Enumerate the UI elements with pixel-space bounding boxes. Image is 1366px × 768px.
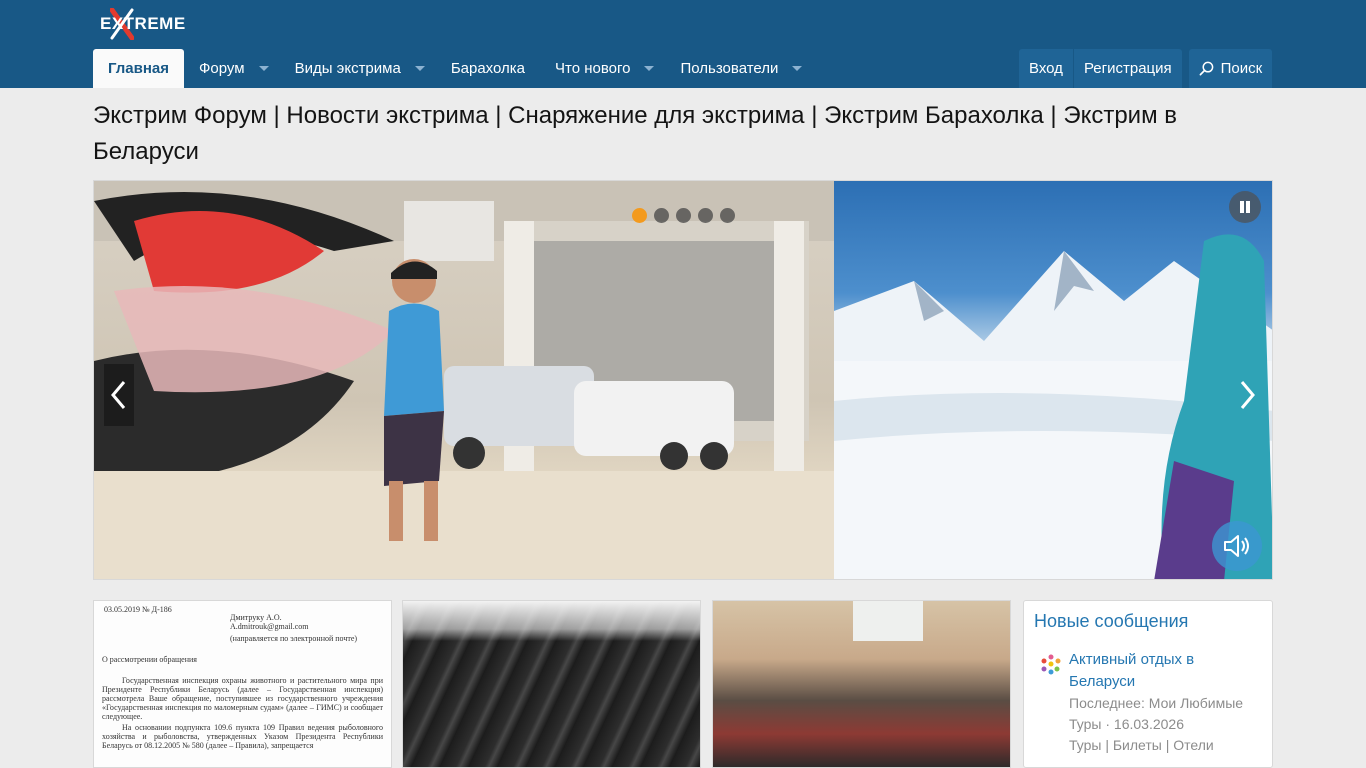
nav-item-label: Пользователи xyxy=(680,60,779,77)
nav-item-users[interactable]: Пользователи xyxy=(665,49,813,88)
chevron-left-icon xyxy=(111,381,126,409)
site-header: EXTREME Главная Форум Виды экстрима Бара… xyxy=(0,0,1366,88)
thumb-group-meal[interactable] xyxy=(712,600,1011,768)
sound-toggle-button[interactable] xyxy=(1212,521,1262,571)
register-button[interactable]: Регистрация xyxy=(1072,49,1182,88)
slider-dot[interactable] xyxy=(720,208,735,223)
account-nav: Вход Регистрация Поиск xyxy=(1019,49,1273,88)
mountains-illustration xyxy=(834,234,1272,579)
slider-dot[interactable] xyxy=(654,208,669,223)
slider-next-button[interactable] xyxy=(1232,364,1262,426)
slider-pause-button[interactable] xyxy=(1229,191,1261,223)
page-title: Экстрим Форум | Новости экстрима | Снаря… xyxy=(93,102,1178,165)
slider-pagination xyxy=(632,208,735,223)
slide-image-kitesurfer xyxy=(94,181,834,579)
nav-item-extreme-types[interactable]: Виды экстрима xyxy=(280,49,436,88)
new-posts-block: Новые сообщения Активный отдых в Беларус… xyxy=(1023,600,1273,768)
slider-dot[interactable] xyxy=(698,208,713,223)
slider-dot[interactable] xyxy=(632,208,647,223)
nav-item-label: Что нового xyxy=(555,60,631,77)
nav-item-whats-new[interactable]: Что нового xyxy=(540,49,665,88)
chevron-down-icon[interactable] xyxy=(414,66,425,71)
speaker-icon xyxy=(1224,535,1249,557)
search-label: Поиск xyxy=(1220,60,1263,77)
image-slider[interactable] xyxy=(93,180,1273,580)
forum-avatar-icon[interactable] xyxy=(1040,653,1062,675)
nav-item-label: Виды экстрима xyxy=(294,60,401,77)
search-button[interactable]: Поиск xyxy=(1188,49,1273,88)
doc-addressee: Дмитруку А.О. xyxy=(230,613,282,622)
nav-item-home[interactable]: Главная xyxy=(93,49,185,88)
nav-item-marketplace[interactable]: Барахолка xyxy=(436,49,540,88)
slide-image-mountains xyxy=(834,181,1272,579)
new-post-forum-link[interactable]: Туры | Билеты | Отели xyxy=(1069,737,1214,753)
search-icon xyxy=(1199,61,1213,76)
nav-item-label: Барахолка xyxy=(450,60,526,77)
thumb-bike-tires[interactable] xyxy=(402,600,701,768)
doc-note: (направляется по электронной почте) xyxy=(230,634,358,643)
nav-item-label: Форум xyxy=(199,60,245,77)
doc-email: A.dmitrouk@gmail.com xyxy=(230,622,309,631)
new-post-title-link[interactable]: Активный отдых в Беларуси xyxy=(1069,649,1264,693)
slider-dot[interactable] xyxy=(676,208,691,223)
new-posts-title[interactable]: Новые сообщения xyxy=(1034,611,1188,632)
doc-paragraph: На основании подпункта 109.6 пункта 109 … xyxy=(102,723,383,750)
chevron-down-icon[interactable] xyxy=(792,66,803,71)
tires-background xyxy=(403,601,700,641)
site-logo[interactable]: EXTREME xyxy=(100,8,190,40)
logo-text: EXTREME xyxy=(100,14,186,33)
chevron-down-icon[interactable] xyxy=(258,66,269,71)
thumb-document[interactable]: 03.05.2019 № Д-186 Дмитруку А.О. A.dmitr… xyxy=(93,600,392,768)
chevron-right-icon xyxy=(1240,381,1255,409)
new-post-meta: Последнее: Мои Любимые Туры · 16.03.2026… xyxy=(1069,695,1244,753)
doc-subject: О рассмотрении обращения xyxy=(102,655,197,664)
nav-item-label: Главная xyxy=(108,60,170,77)
slider-prev-button[interactable] xyxy=(104,364,134,426)
chevron-down-icon[interactable] xyxy=(644,66,655,71)
window-shape xyxy=(853,601,923,641)
login-button[interactable]: Вход xyxy=(1019,49,1073,88)
pause-icon xyxy=(1240,201,1250,213)
nav-item-forum[interactable]: Форум xyxy=(184,49,280,88)
kitesurfer-illustration xyxy=(94,181,834,579)
doc-paragraph: Государственная инспекция охраны животно… xyxy=(102,676,383,721)
new-post-date: 16.03.2026 xyxy=(1113,716,1184,732)
main-nav: Главная Форум Виды экстрима Барахолка Чт… xyxy=(93,49,813,88)
